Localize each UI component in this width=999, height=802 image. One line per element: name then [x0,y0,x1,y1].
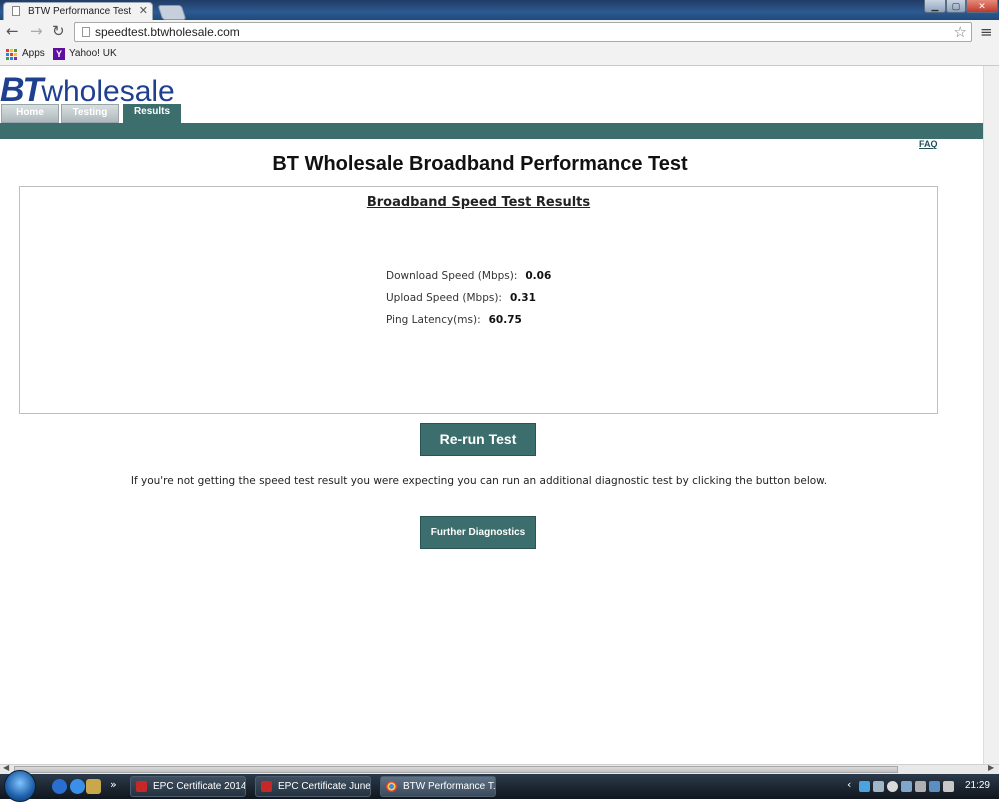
page-icon [12,6,20,16]
page-title: BT Wholesale Broadband Performance Test [272,153,688,175]
task-label: BTW Performance T... [403,781,496,792]
taskbar-item-epc-2014[interactable]: EPC Certificate 2014... [130,776,246,797]
file-explorer-icon[interactable] [86,779,101,794]
results-panel: Broadband Speed Test Results Download Sp… [19,186,938,414]
network-icon[interactable] [859,781,870,792]
forward-arrow-icon[interactable]: → [30,22,43,40]
vertical-scrollbar[interactable] [983,66,999,764]
taskbar-item-epc-june[interactable]: EPC Certificate June... [255,776,371,797]
apps-grid-icon[interactable] [6,49,17,60]
tab-results[interactable]: Results [123,104,181,124]
upload-speed-value: 0.31 [509,292,536,304]
page-icon [82,27,90,37]
windows-taskbar: » EPC Certificate 2014... EPC Certificat… [0,770,999,802]
new-tab-button[interactable] [157,5,187,20]
further-diagnostics-button[interactable]: Further Diagnostics [420,516,536,549]
upload-speed-row: Upload Speed (Mbps): 0.31 [386,292,536,304]
scroll-left-icon[interactable]: ◀ [3,763,9,772]
pdf-icon [136,781,147,792]
quicklaunch-more-icon[interactable]: » [110,778,117,791]
minimize-button[interactable]: ▁ [924,0,946,13]
apps-grid-dot [6,57,9,60]
reload-icon[interactable]: ↻ [52,22,65,40]
bookmark-yahoo-uk[interactable]: Yahoo! UK [69,48,117,59]
media-player-icon[interactable] [52,779,67,794]
bookmarks-bar: Apps Y Yahoo! UK [0,45,999,66]
tray-expand-icon[interactable]: ‹ [847,778,851,791]
apps-grid-dot [10,57,13,60]
rerun-test-button[interactable]: Re-run Test [420,423,536,456]
sync-icon[interactable] [873,781,884,792]
bookmark-star-icon[interactable]: ☆ [954,23,967,41]
bookmark-apps[interactable]: Apps [22,48,45,59]
clock[interactable]: 21:29 [965,780,990,791]
security-icon[interactable] [887,781,898,792]
ping-latency-value: 60.75 [488,314,522,326]
metric-label: Ping Latency(ms): [386,314,481,326]
task-label: EPC Certificate June... [278,781,371,792]
ping-latency-row: Ping Latency(ms): 60.75 [386,314,522,326]
metric-label: Download Speed (Mbps): [386,270,518,282]
tab-close-icon[interactable]: ✕ [139,3,148,20]
apps-grid-dot [14,53,17,56]
yahoo-icon: Y [53,48,65,60]
pdf-icon [261,781,272,792]
apps-grid-dot [10,49,13,52]
tab-home[interactable]: Home [1,104,59,123]
maximize-button[interactable]: ▢ [946,0,966,13]
device-icon[interactable] [901,781,912,792]
horizontal-scrollbar[interactable]: ◀ ▶ [0,763,999,774]
browser-tab-active[interactable]: BTW Performance Test ✕ [3,2,153,20]
close-window-button[interactable]: ✕ [966,0,998,13]
taskbar-item-btw-performance[interactable]: BTW Performance T... [380,776,496,797]
apps-grid-dot [6,53,9,56]
task-label: EPC Certificate 2014... [153,781,246,792]
scroll-right-icon[interactable]: ▶ [988,763,994,772]
internet-explorer-icon[interactable] [70,779,85,794]
browser-toolbar: ← → ↻ speedtest.btwholesale.com ☆ ≡ [0,20,999,45]
apps-grid-dot [14,49,17,52]
tab-title: BTW Performance Test [28,6,132,17]
faq-link[interactable]: FAQ [919,139,938,149]
apps-grid-dot [14,57,17,60]
download-speed-value: 0.06 [525,270,552,282]
tab-testing[interactable]: Testing [61,104,119,123]
address-bar[interactable]: speedtest.btwholesale.com ☆ [74,22,972,42]
printer-icon[interactable] [915,781,926,792]
system-tray: ‹ 21:29 [845,774,999,799]
start-button-icon[interactable] [4,770,36,802]
volume-icon[interactable] [943,781,954,792]
bt-wholesale-logo[interactable]: BTwholesale [0,73,175,108]
nav-bar-strip [0,123,999,139]
menu-icon[interactable]: ≡ [980,23,993,41]
url-text[interactable]: speedtest.btwholesale.com [95,25,240,39]
results-heading: Broadband Speed Test Results [366,195,591,210]
app-tray-icon[interactable] [929,781,940,792]
apps-grid-dot [6,49,9,52]
metric-label: Upload Speed (Mbps): [386,292,502,304]
scroll-thumb[interactable] [14,766,898,773]
browser-title-bar: BTW Performance Test ✕ ▁ ▢ ✕ [0,0,999,20]
apps-grid-dot [10,53,13,56]
chrome-icon [386,781,397,792]
download-speed-row: Download Speed (Mbps): 0.06 [386,270,551,282]
diagnostic-info-text: If you're not getting the speed test res… [130,475,828,487]
back-arrow-icon[interactable]: ← [6,22,19,40]
